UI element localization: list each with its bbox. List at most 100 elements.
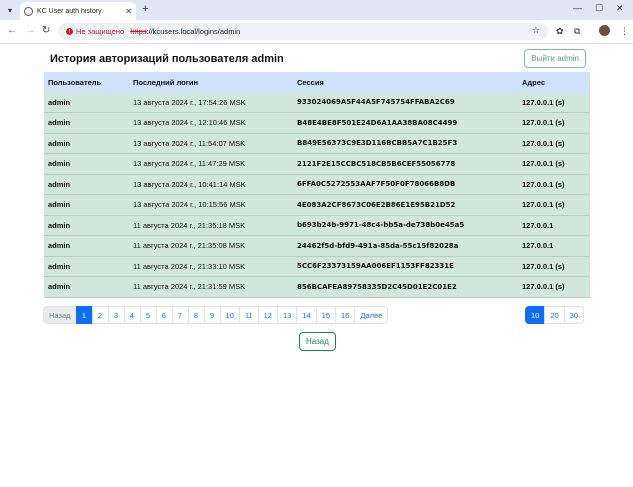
table-row: admin 13 августа 2024 г., 17:54:26 MSK 933… (44, 92, 590, 113)
cell-user: admin (48, 241, 71, 251)
page-link-2[interactable]: 2 (91, 306, 109, 324)
next-page-button[interactable]: Далее (354, 306, 389, 324)
table-row: admin 13 августа 2024 г., 10:41:14 MSK 6FF… (44, 174, 590, 195)
cell-last-login: 13 августа 2024 г., 12:10:46 MSK (133, 118, 246, 128)
table-row: admin 13 августа 2024 г., 11:54:07 MSK B84… (44, 133, 590, 154)
page-link-13[interactable]: 13 (276, 306, 298, 324)
cell-address: 127.0.0.1 (s) (522, 118, 565, 128)
cell-last-login: 11 августа 2024 г., 21:31:59 MSK (133, 282, 246, 292)
new-tab-icon[interactable]: + (142, 3, 148, 15)
close-window-icon[interactable]: ✕ (616, 3, 624, 14)
card-header: История авторизаций пользователя admin В… (44, 45, 590, 72)
page-link-16[interactable]: 16 (335, 306, 356, 324)
menu-dots-icon[interactable]: ⋮ (620, 26, 629, 37)
cell-address: 127.0.0.1 (s) (522, 282, 565, 292)
table-row: admin 11 августа 2024 г., 21:35:18 MSK b69… (44, 215, 590, 236)
cell-session: b693b24b-9971-48c4-bb5a-de738b0e45a5 (297, 221, 465, 230)
cell-user: admin (48, 97, 71, 107)
warning-icon: ! (66, 28, 73, 35)
page-link-14[interactable]: 14 (296, 306, 317, 324)
browser-toolbar: ← → ↻ ! Не защищено https ://kcusers.loc… (0, 20, 633, 44)
tab-title: KC User auth history (37, 7, 102, 15)
cell-address: 127.0.0.1 (s) (522, 200, 565, 210)
cell-user: admin (48, 118, 71, 128)
cell-address: 127.0.0.1 (522, 241, 554, 251)
extension-icon[interactable]: ✿ (556, 26, 564, 37)
puzzle-icon[interactable]: ⧉ (574, 26, 580, 37)
logout-button[interactable]: Выйти admin (524, 49, 586, 68)
cell-user: admin (48, 179, 71, 189)
bookmark-star-icon[interactable]: ☆ (532, 25, 540, 36)
cell-last-login: 13 августа 2024 г., 17:54:26 MSK (133, 97, 246, 107)
page-link-10[interactable]: 10 (219, 306, 240, 324)
cell-user: admin (48, 261, 71, 271)
table-row: admin 13 августа 2024 г., 12:10:46 MSK B48… (44, 112, 590, 133)
cell-address: 127.0.0.1 (522, 220, 554, 230)
table-header-row: Пользователь Последний логин Сессия Адре… (44, 72, 590, 92)
page-size-30[interactable]: 30 (563, 306, 585, 324)
column-header-session: Сессия (297, 77, 324, 87)
cell-last-login: 11 августа 2024 г., 21:33:10 MSK (133, 261, 246, 271)
back-arrow-icon[interactable]: ← (7, 25, 17, 36)
cell-session: 2121F2E15CCBC518CB5B6CEF55056778 (297, 159, 456, 168)
maximize-icon[interactable]: ☐ (595, 3, 603, 14)
reload-icon[interactable]: ↻ (42, 25, 50, 36)
address-bar[interactable]: ! Не защищено https ://kcusers.local/log… (58, 23, 548, 40)
cell-address: 127.0.0.1 (s) (522, 179, 565, 189)
avatar[interactable] (599, 25, 610, 36)
cell-last-login: 11 августа 2024 г., 21:35:18 MSK (133, 220, 246, 230)
cell-session: 4E083A2CF8673C06E2B86E1E95B21D52 (297, 200, 456, 209)
page-link-8[interactable]: 8 (187, 306, 205, 324)
page-size-20[interactable]: 20 (544, 306, 565, 324)
cell-last-login: 11 августа 2024 г., 21:35:08 MSK (133, 241, 246, 251)
tab-strip: ▾ KC User auth history ✕ + — ☐ ✕ (0, 0, 633, 20)
page-size-10[interactable]: 10 (525, 306, 546, 324)
table-row: admin 11 августа 2024 г., 21:35:08 MSK 244… (44, 235, 590, 256)
cell-address: 127.0.0.1 (s) (522, 261, 565, 271)
url-scheme: https (130, 27, 147, 36)
table-row: admin 13 августа 2024 г., 11:47:29 MSK 212… (44, 153, 590, 174)
table-row: admin 11 августа 2024 г., 21:31:59 MSK 856… (44, 276, 590, 297)
cell-session: 5CC6F23373159AA006EF1153FF82331E (297, 262, 454, 271)
cell-address: 127.0.0.1 (s) (522, 138, 565, 148)
cell-session: 933024069A5F44A5F745754FFABA2C69 (297, 98, 455, 106)
table-row: admin 13 августа 2024 г., 10:15:56 MSK 4E0… (44, 194, 590, 215)
prev-page-button[interactable]: Назад (43, 306, 77, 324)
page-link-7[interactable]: 7 (171, 306, 189, 324)
globe-icon (24, 6, 33, 16)
page-link-11[interactable]: 11 (238, 306, 259, 324)
column-header-last-login: Последний логин (133, 77, 198, 87)
back-button[interactable]: Назад (299, 332, 336, 351)
not-secure-label: Не защищено (76, 27, 125, 36)
browser-tab[interactable]: KC User auth history ✕ (20, 2, 136, 20)
page-link-15[interactable]: 15 (315, 306, 337, 324)
cell-last-login: 13 августа 2024 г., 10:15:56 MSK (133, 200, 246, 210)
cell-user: admin (48, 200, 71, 210)
page-link-3[interactable]: 3 (107, 306, 125, 324)
cell-address: 127.0.0.1 (s) (522, 97, 565, 107)
cell-last-login: 13 августа 2024 г., 10:41:14 MSK (133, 179, 246, 189)
forward-arrow-icon[interactable]: → (25, 25, 35, 36)
page-link-1[interactable]: 1 (75, 306, 93, 324)
cell-session: 6FFA0C5272553AAF7F50F0F78066B8DB (297, 180, 456, 189)
page-link-6[interactable]: 6 (155, 306, 173, 324)
page-link-5[interactable]: 5 (139, 306, 157, 324)
cell-session: B48E4BE8F501E24D6A1AA38BA08C4499 (297, 118, 458, 127)
close-tab-icon[interactable]: ✕ (125, 7, 132, 16)
not-secure-badge[interactable]: ! Не защищено (66, 27, 124, 36)
cell-session: 856BCAFEA89758335D2C45D01E2C01E2 (297, 282, 457, 291)
minimize-icon[interactable]: — (573, 3, 582, 13)
cell-session: 24462f5d-bfd9-491a-85da-55c15f82028a (297, 241, 459, 250)
login-history-table: Пользователь Последний логин Сессия Адре… (44, 72, 590, 298)
cell-user: admin (48, 282, 71, 292)
tab-search-icon[interactable]: ▾ (4, 4, 16, 16)
page-link-12[interactable]: 12 (257, 306, 278, 324)
url-text: ://kcusers.local/logins/admin (146, 27, 241, 36)
column-header-user: Пользователь (48, 77, 102, 87)
login-history-card: История авторизаций пользователя admin В… (44, 45, 590, 298)
cell-session: B849E56373C9E3D116BCBB5A7C1B25F3 (297, 139, 458, 148)
cell-last-login: 13 августа 2024 г., 11:54:07 MSK (133, 138, 246, 148)
table-row: admin 11 августа 2024 г., 21:33:10 MSK 5CC… (44, 256, 590, 277)
page-link-4[interactable]: 4 (123, 306, 141, 324)
page-link-9[interactable]: 9 (203, 306, 221, 324)
